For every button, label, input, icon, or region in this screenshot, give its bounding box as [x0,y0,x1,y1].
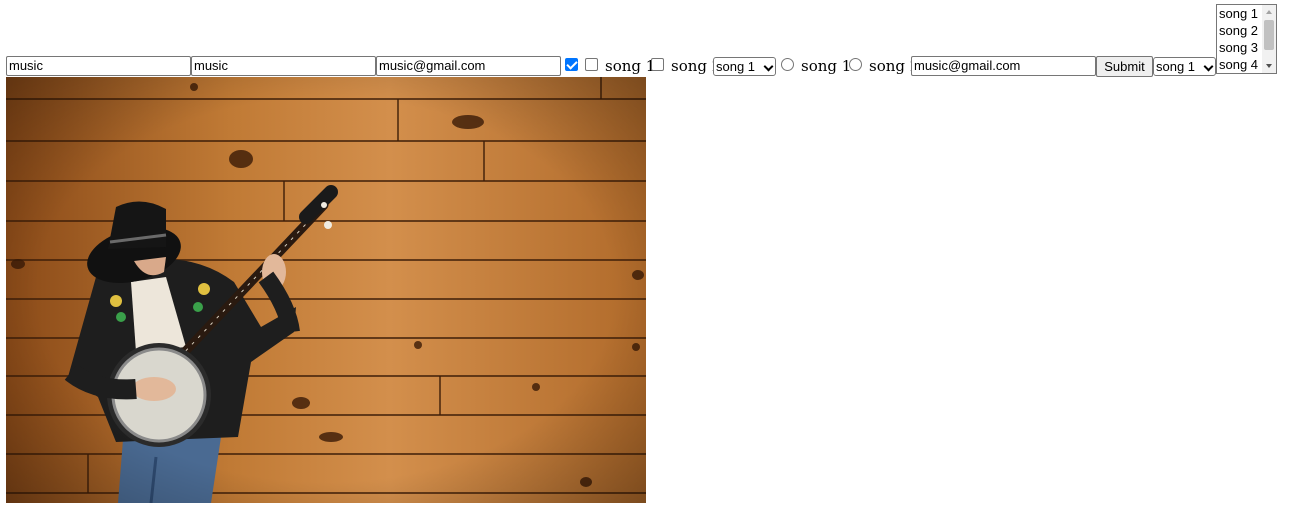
radio-song-1[interactable] [781,58,794,71]
song-select-2[interactable]: song 1 [1153,57,1216,76]
text-input-2[interactable]: music [191,56,376,76]
scroll-up-icon[interactable] [1266,10,1272,14]
scroll-down-icon[interactable] [1266,64,1272,68]
song-listbox[interactable]: song 1 song 2 song 3 song 4 [1216,4,1277,74]
listbox-scrollbar[interactable] [1262,5,1276,73]
song-select-1[interactable]: song 1 [713,57,776,76]
chevron-down-icon [763,61,774,72]
listbox-option[interactable]: song 2 [1219,22,1258,39]
checkbox-song-1-label: song 1 [605,57,656,75]
email-input-1[interactable]: music@gmail.com [376,56,561,76]
listbox-option[interactable]: song 3 [1219,39,1258,56]
checkbox-1[interactable] [565,58,578,71]
text-input-1[interactable]: music [6,56,191,76]
radio-song-2[interactable] [849,58,862,71]
checkbox-song-2[interactable] [651,58,664,71]
email-input-2[interactable]: music@gmail.com [911,56,1096,76]
checkbox-song-1[interactable] [585,58,598,71]
form-row: music music music@gmail.com song 1 song … [6,4,1306,78]
scrollbar-thumb[interactable] [1264,20,1274,50]
chevron-down-icon [1203,61,1214,72]
song-select-2-value: song 1 [1156,59,1196,74]
radio-song-1-label: song 1 [801,57,852,75]
banjo-player-photo [6,77,646,503]
submit-button[interactable]: Submit [1096,56,1153,77]
listbox-option[interactable]: song 1 [1219,5,1258,22]
song-select-1-value: song 1 [716,59,756,74]
listbox-option[interactable]: song 4 [1219,56,1258,73]
